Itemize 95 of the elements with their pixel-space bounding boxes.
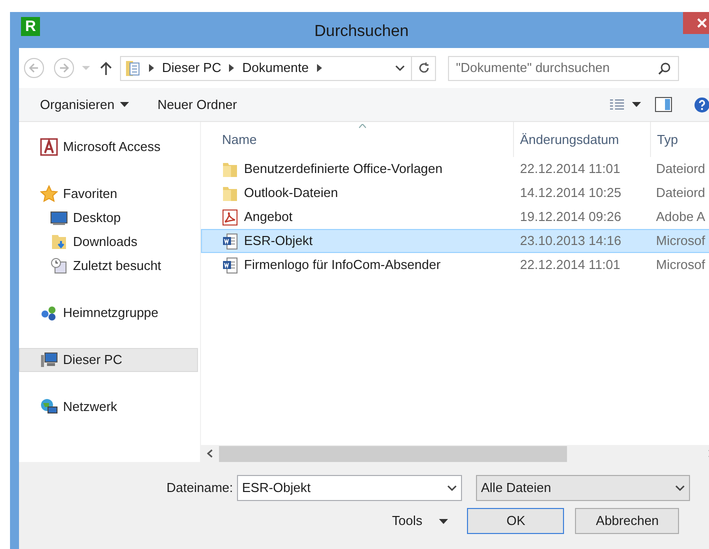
star-icon: [40, 185, 58, 203]
file-type: Dateiord: [655, 184, 706, 202]
preview-pane-button[interactable]: [655, 97, 672, 112]
breadcrumb[interactable]: Dieser PC: [162, 58, 222, 78]
file-type-dropdown[interactable]: Alle Dateien: [476, 475, 690, 501]
sidebar-label: Zuletzt besucht: [73, 257, 162, 276]
caret-icon: [120, 102, 130, 107]
file-date: 22.12.2014 11:01: [519, 256, 622, 274]
sidebar-label: Microsoft Access: [63, 138, 161, 156]
access-icon: [40, 138, 58, 156]
help-button[interactable]: [694, 96, 709, 112]
file-row[interactable]: Benutzerdefinierte Office-Vorlagen 22.12.2014 11:01 Dateiord: [201, 157, 709, 181]
details-view-icon: [610, 98, 624, 110]
monitor-icon: [50, 209, 68, 227]
arrow-right-icon: [149, 64, 154, 72]
filename-label: Dateiname:: [166, 479, 234, 498]
file-date: 23.10.2013 14:16: [519, 232, 622, 250]
arrow-up-icon: [100, 61, 112, 75]
sidebar-item[interactable]: Downloads: [19, 230, 198, 254]
file-date: 19.12.2014 09:26: [519, 208, 622, 226]
search-field[interactable]: "Dokumente" durchsuchen: [448, 56, 679, 80]
clock-document-icon: [50, 257, 68, 275]
file-date: 22.12.2014 11:01: [519, 160, 622, 178]
refresh-icon: [418, 62, 430, 74]
chevron-icon: [675, 484, 685, 492]
search-input[interactable]: "Dokumente" durchsuchen: [456, 58, 658, 78]
scrollbar-thumb[interactable]: [219, 446, 567, 462]
chevron-icon: [447, 484, 457, 492]
sidebar-label: Downloads: [73, 233, 138, 252]
toolbar-button[interactable]: Neuer Ordner: [157, 94, 237, 114]
column-header[interactable]: Name: [222, 130, 257, 150]
computer-icon: [40, 351, 58, 369]
address-bar[interactable]: Dieser PC Dokumente: [120, 56, 436, 80]
column-header[interactable]: Typ: [657, 130, 678, 150]
sidebar-label: Heimnetzgruppe: [63, 304, 158, 322]
file-name: Firmenlogo für InfoCom-Absender: [244, 256, 441, 274]
tools-button[interactable]: Tools: [392, 511, 448, 531]
cancel-button[interactable]: Abbrechen: [575, 508, 680, 534]
caret-icon: [82, 66, 90, 70]
file-name: Benutzerdefinierte Office-Vorlagen: [244, 160, 442, 178]
scroll-left-icon: [207, 449, 213, 458]
folder-download-icon: [50, 233, 68, 251]
sidebar-label: Desktop: [73, 209, 121, 228]
sidebar-item[interactable]: Netzwerk: [19, 395, 198, 419]
file-row[interactable]: Angebot 19.12.2014 09:26 Adobe A: [201, 205, 709, 229]
file-date: 14.12.2014 10:25: [519, 184, 622, 202]
file-name: Angebot: [244, 208, 292, 226]
filename-input[interactable]: ESR-Objekt: [242, 478, 447, 498]
word-document-icon: [222, 256, 238, 274]
homegroup-icon: [40, 304, 58, 322]
breadcrumb[interactable]: Dokumente: [242, 58, 309, 78]
file-type: Microsof: [655, 256, 706, 274]
horizontal-scrollbar[interactable]: [201, 445, 709, 462]
close-button[interactable]: [683, 12, 709, 34]
pane-icon: [655, 97, 672, 112]
file-row[interactable]: ESR-Objekt 23.10.2013 14:16 Microsof: [201, 229, 709, 253]
sidebar-item[interactable]: Heimnetzgruppe: [19, 301, 198, 325]
app-logo: R: [21, 17, 40, 36]
folder-icon: [222, 160, 238, 178]
file-row[interactable]: Firmenlogo für InfoCom-Absender 22.12.2014 11:01 Microsof: [201, 253, 709, 277]
arrow-right-icon: [316, 64, 322, 72]
close-icon: [696, 18, 706, 28]
caret-icon: [439, 518, 448, 524]
column-header[interactable]: Änderungsdatum: [520, 130, 620, 150]
caret-icon: [632, 102, 641, 107]
sidebar-item[interactable]: Microsoft Access: [19, 135, 198, 159]
folder-document-icon: [125, 60, 141, 76]
file-type: Adobe A: [655, 208, 706, 226]
file-name: ESR-Objekt: [244, 232, 313, 250]
sidebar-label: Dieser PC: [63, 351, 122, 370]
sidebar-item[interactable]: Desktop: [19, 206, 198, 230]
word-document-icon: [222, 232, 238, 250]
globe-monitor-icon: [40, 398, 58, 416]
file-name: Outlook-Dateien: [244, 184, 338, 202]
view-options-button[interactable]: [610, 98, 641, 110]
file-type: Dateiord: [655, 160, 706, 178]
arrow-right-icon: [59, 63, 69, 73]
file-type: Microsof: [655, 232, 706, 250]
ok-button[interactable]: OK: [467, 508, 564, 534]
arrow-left-icon: [29, 63, 39, 73]
sidebar-item[interactable]: Favoriten: [19, 182, 198, 206]
arrow-right-icon: [229, 64, 234, 72]
toolbar-button[interactable]: Organisieren: [40, 94, 130, 114]
filename-field[interactable]: ESR-Objekt: [237, 475, 462, 501]
pdf-icon: [222, 208, 238, 226]
folder-icon: [222, 184, 238, 202]
up-button[interactable]: [98, 59, 114, 77]
sidebar-label: Favoriten: [63, 185, 118, 204]
file-row[interactable]: Outlook-Dateien 14.12.2014 10:25 Dateiord: [201, 181, 709, 205]
sidebar-item[interactable]: Zuletzt besucht: [19, 254, 198, 278]
search-icon: [658, 62, 671, 74]
sidebar-item[interactable]: Dieser PC: [19, 348, 198, 372]
sidebar-label: Netzwerk: [63, 398, 118, 416]
chevron-icon: [395, 64, 405, 72]
window-title: Durchsuchen: [314, 22, 409, 42]
